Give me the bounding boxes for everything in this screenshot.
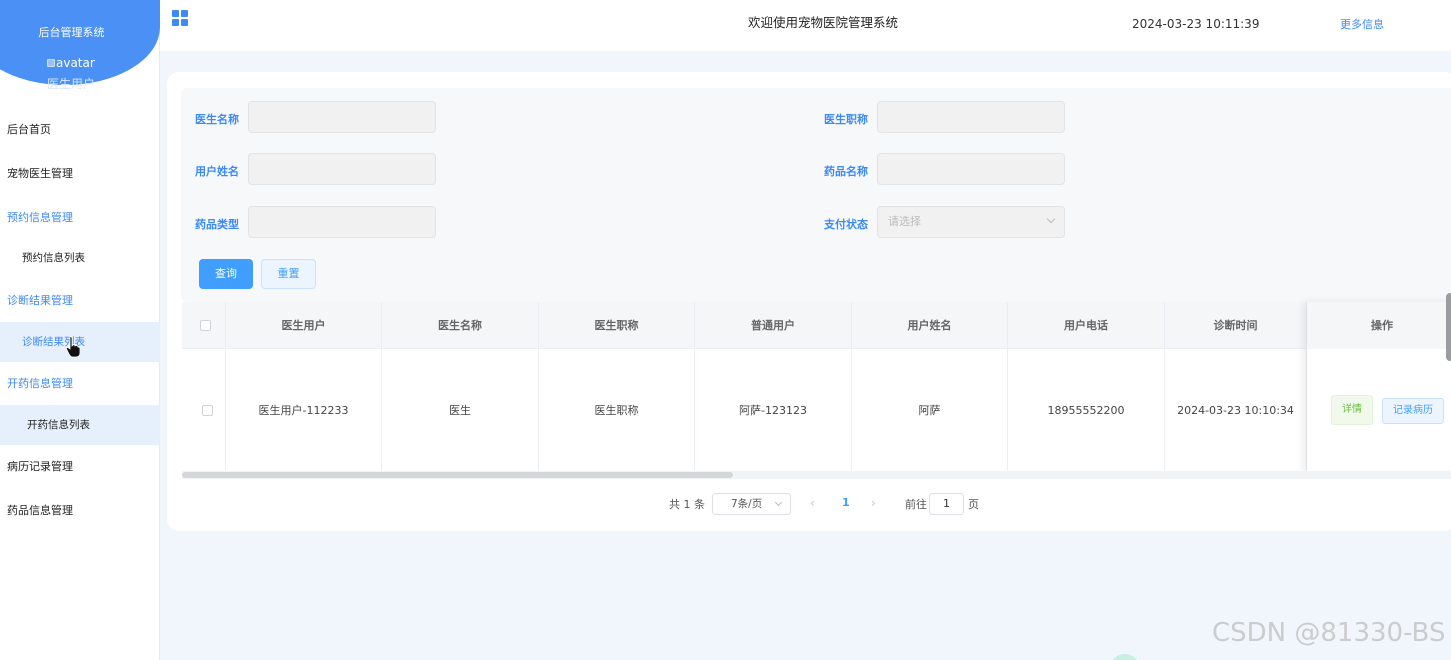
page-title: 欢迎使用宠物医院管理系统 <box>748 15 899 30</box>
page-suffix: 页 <box>968 498 979 511</box>
cell-diagnosis-time: 2024-03-23 10:10:34 <box>1165 349 1307 473</box>
cell-user-phone: 18955552200 <box>1008 349 1165 473</box>
column-header[interactable]: 用户姓名 <box>852 302 1008 349</box>
sidebar-item-pet-doctor[interactable]: 宠物医生管理 <box>0 154 160 194</box>
reset-button[interactable]: 重置 <box>261 259 316 289</box>
column-header[interactable]: 用户电话 <box>1008 302 1165 349</box>
prev-page-icon[interactable]: ‹ <box>810 496 815 510</box>
sidebar-item-prescription[interactable]: 开药信息管理 <box>0 364 160 404</box>
cell-user-name: 阿萨 <box>852 349 1008 473</box>
current-datetime: 2024-03-23 10:11:39 <box>1132 17 1260 31</box>
sidebar: 后台管理系统 avatar 医生用户 后台首页 宠物医生管理 预约信息管理 预约… <box>0 0 160 660</box>
column-header[interactable]: 医生职称 <box>539 302 695 349</box>
chevron-down-icon <box>1046 214 1056 224</box>
pay-status-placeholder: 请选择 <box>888 215 921 228</box>
detail-button[interactable]: 详情 <box>1331 395 1373 425</box>
avatar-alt-text: avatar <box>56 56 95 70</box>
column-header[interactable]: 诊断时间 <box>1165 302 1307 349</box>
doctor-name-label: 医生名称 <box>195 113 239 126</box>
drug-type-input[interactable] <box>248 206 436 238</box>
sidebar-item-appointment-list[interactable]: 预约信息列表 <box>0 238 160 278</box>
brand-title: 后台管理系统 <box>38 26 105 39</box>
sidebar-item-home[interactable]: 后台首页 <box>0 110 160 150</box>
page-number[interactable]: 1 <box>842 496 850 509</box>
top-bar: 欢迎使用宠物医院管理系统 2024-03-23 10:11:39 更多信息 <box>160 0 1451 51</box>
next-page-icon[interactable]: › <box>871 496 876 510</box>
horizontal-scrollbar[interactable] <box>182 472 733 478</box>
hand-cursor-icon <box>66 336 80 358</box>
query-button[interactable]: 查询 <box>199 259 253 289</box>
chevron-down-icon <box>774 498 783 507</box>
menu-grid-icon[interactable] <box>172 10 188 26</box>
table-header: 医生用户 医生名称 医生职称 普通用户 用户姓名 用户电话 诊断时间 <box>182 302 1451 349</box>
cell-regular-user: 阿萨-123123 <box>695 349 852 473</box>
action-column-header: 操作 <box>1307 302 1451 349</box>
row-checkbox[interactable] <box>202 405 213 416</box>
page-size-select[interactable]: 7条/页 <box>712 493 791 515</box>
page-size-value: 7条/页 <box>731 498 763 510</box>
cell-doctor-name: 医生 <box>382 349 539 473</box>
select-all-checkbox[interactable] <box>200 320 211 331</box>
sidebar-item-diagnosis[interactable]: 诊断结果管理 <box>0 281 160 321</box>
doctor-title-input[interactable] <box>877 101 1065 133</box>
floating-decoration <box>1110 654 1140 660</box>
column-header[interactable]: 普通用户 <box>695 302 852 349</box>
pay-status-label: 支付状态 <box>824 218 868 231</box>
cell-doctor-title: 医生职称 <box>539 349 695 473</box>
sidebar-item-diagnosis-list[interactable]: 诊断结果列表 <box>0 322 160 362</box>
avatar: avatar <box>47 56 95 70</box>
more-info-link[interactable]: 更多信息 <box>1340 16 1384 32</box>
pagination-total: 共 1 条 <box>669 498 705 511</box>
sidebar-item-prescription-list[interactable]: 开药信息列表 <box>0 405 160 445</box>
action-column: 操作 详情 记录病历 <box>1307 302 1451 473</box>
broken-image-icon <box>47 59 55 67</box>
column-header[interactable]: 医生用户 <box>226 302 382 349</box>
header-select-cell <box>182 302 226 349</box>
doctor-name-input[interactable] <box>248 101 436 133</box>
brand-header <box>0 0 160 85</box>
table-row[interactable]: 医生用户-112233 医生 医生职称 阿萨-123123 阿萨 1895555… <box>182 349 1451 473</box>
column-header[interactable]: 医生名称 <box>382 302 539 349</box>
sidebar-item-medical-records[interactable]: 病历记录管理 <box>0 447 160 487</box>
goto-page-input[interactable]: 1 <box>929 493 964 515</box>
user-role: 医生用户 <box>47 77 96 91</box>
watermark: CSDN @81330-BS <box>1212 618 1446 648</box>
data-table: 医生用户 医生名称 医生职称 普通用户 用户姓名 用户电话 诊断时间 医生用户-… <box>182 302 1451 477</box>
user-name-label: 用户姓名 <box>195 165 239 178</box>
sidebar-item-drugs[interactable]: 药品信息管理 <box>0 491 160 531</box>
drug-name-label: 药品名称 <box>824 165 868 178</box>
cell-doctor-user: 医生用户-112233 <box>226 349 382 473</box>
user-name-input[interactable] <box>248 153 436 185</box>
vertical-scrollbar[interactable] <box>1446 293 1451 361</box>
drug-type-label: 药品类型 <box>195 218 239 231</box>
goto-label: 前往 <box>905 498 927 511</box>
row-select-cell <box>182 349 226 473</box>
drug-name-input[interactable] <box>877 153 1065 185</box>
sidebar-item-appointment[interactable]: 预约信息管理 <box>0 198 160 238</box>
record-medical-button[interactable]: 记录病历 <box>1382 398 1444 424</box>
doctor-title-label: 医生职称 <box>824 113 868 126</box>
pay-status-select[interactable]: 请选择 <box>877 206 1065 238</box>
